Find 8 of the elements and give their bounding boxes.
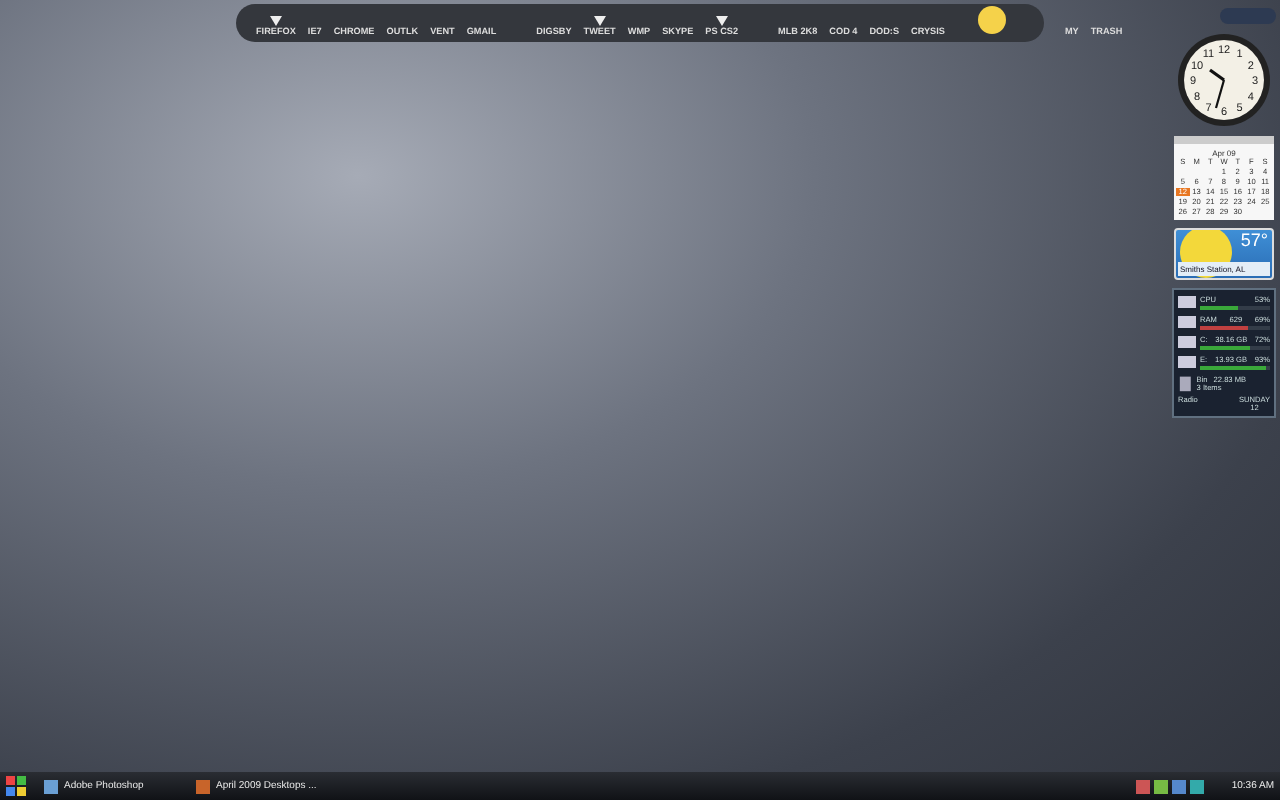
temperature: 57° bbox=[1240, 230, 1268, 250]
clock-hands-drawing bbox=[1209, 68, 1226, 109]
clock-face bbox=[1178, 34, 1270, 126]
recycle-bin-icon bbox=[1178, 374, 1193, 392]
app-icon bbox=[44, 779, 58, 793]
sun-icon bbox=[976, 4, 1009, 36]
app-icon bbox=[196, 779, 210, 793]
start-button-icon[interactable] bbox=[6, 776, 26, 796]
